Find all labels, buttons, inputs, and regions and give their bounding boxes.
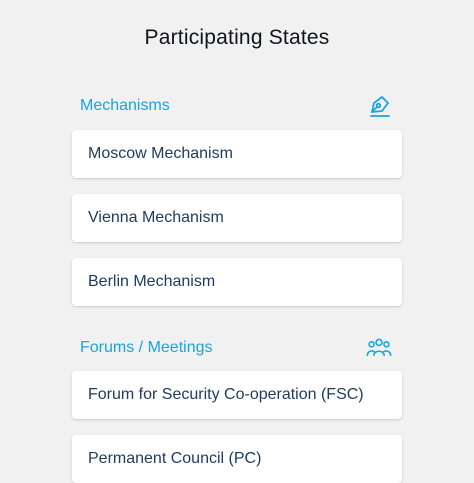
section-header-forums: Forums / Meetings	[80, 333, 392, 363]
mechanism-item-berlin[interactable]: Berlin Mechanism	[72, 258, 402, 306]
forum-item-label: Permanent Council (PC)	[88, 450, 262, 467]
mechanism-item-label: Vienna Mechanism	[88, 209, 224, 226]
mechanism-item-label: Moscow Mechanism	[88, 145, 233, 162]
mechanism-item-vienna[interactable]: Vienna Mechanism	[72, 194, 402, 242]
pen-nib-icon	[366, 93, 392, 119]
forum-item-pc[interactable]: Permanent Council (PC)	[72, 435, 402, 483]
forum-item-label: Forum for Security Co-operation (FSC)	[88, 386, 364, 403]
section-header-mechanisms: Mechanisms	[80, 91, 392, 121]
forum-item-fsc[interactable]: Forum for Security Co-operation (FSC)	[72, 371, 402, 419]
section-title-mechanisms: Mechanisms	[80, 97, 170, 114]
section-title-forums: Forums / Meetings	[80, 339, 213, 356]
mechanism-item-label: Berlin Mechanism	[88, 273, 216, 290]
page-title: Participating States	[144, 26, 330, 49]
mechanism-item-moscow[interactable]: Moscow Mechanism	[72, 130, 402, 178]
people-group-icon	[366, 335, 392, 361]
